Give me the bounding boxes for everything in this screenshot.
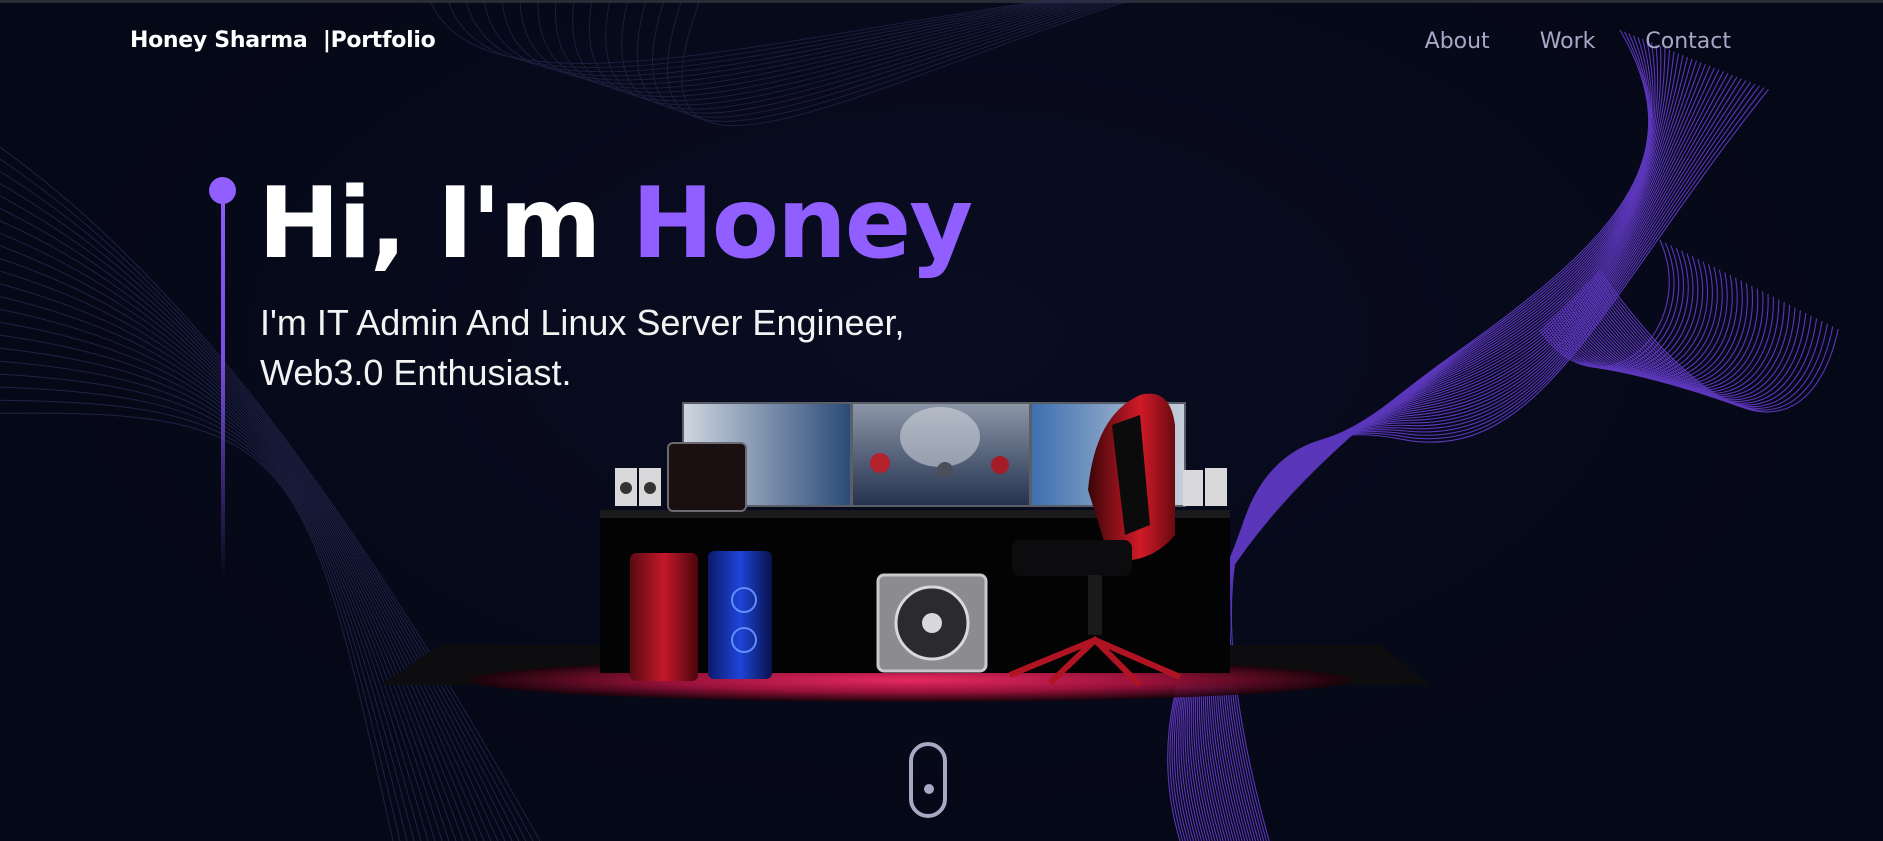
hero-greeting: Hi, I'm <box>258 167 602 281</box>
nav-link-about[interactable]: About <box>1425 29 1490 54</box>
mouse-scroll-icon <box>924 784 934 794</box>
brand-name: Honey Sharma <box>130 28 308 53</box>
hero-title: Hi, I'm Honey <box>258 167 973 281</box>
navbar: Honey Sharma |Portfolio About Work Conta… <box>0 0 1883 90</box>
speaker-right-a <box>1183 470 1203 506</box>
pc-case-blue <box>708 551 772 679</box>
scroll-down-button[interactable] <box>909 742 947 818</box>
brand-suffix: Portfolio <box>330 28 436 53</box>
brand-separator: | <box>322 28 331 53</box>
hero-page: Honey Sharma |Portfolio About Work Conta… <box>0 0 1883 841</box>
nav-links: About Work Contact <box>1425 29 1731 54</box>
hero-subtitle: I'm IT Admin And Linux Server Engineer, … <box>260 298 1020 397</box>
hero-accent-dot <box>209 177 236 204</box>
speaker-right-b <box>1205 468 1227 506</box>
hero-subtitle-line-1: I'm IT Admin And Linux Server Engineer, <box>260 302 905 343</box>
nav-link-contact[interactable]: Contact <box>1645 29 1731 54</box>
pc-case-red <box>630 553 698 681</box>
hero-name: Honey <box>631 167 973 281</box>
desk-setup-illustration[interactable] <box>350 385 1430 715</box>
site-logo[interactable]: Honey Sharma |Portfolio <box>130 28 436 53</box>
nav-link-work[interactable]: Work <box>1540 29 1596 54</box>
tablet <box>667 442 747 512</box>
hero-accent-line <box>221 178 225 578</box>
gaming-chair-seat <box>1012 540 1132 576</box>
